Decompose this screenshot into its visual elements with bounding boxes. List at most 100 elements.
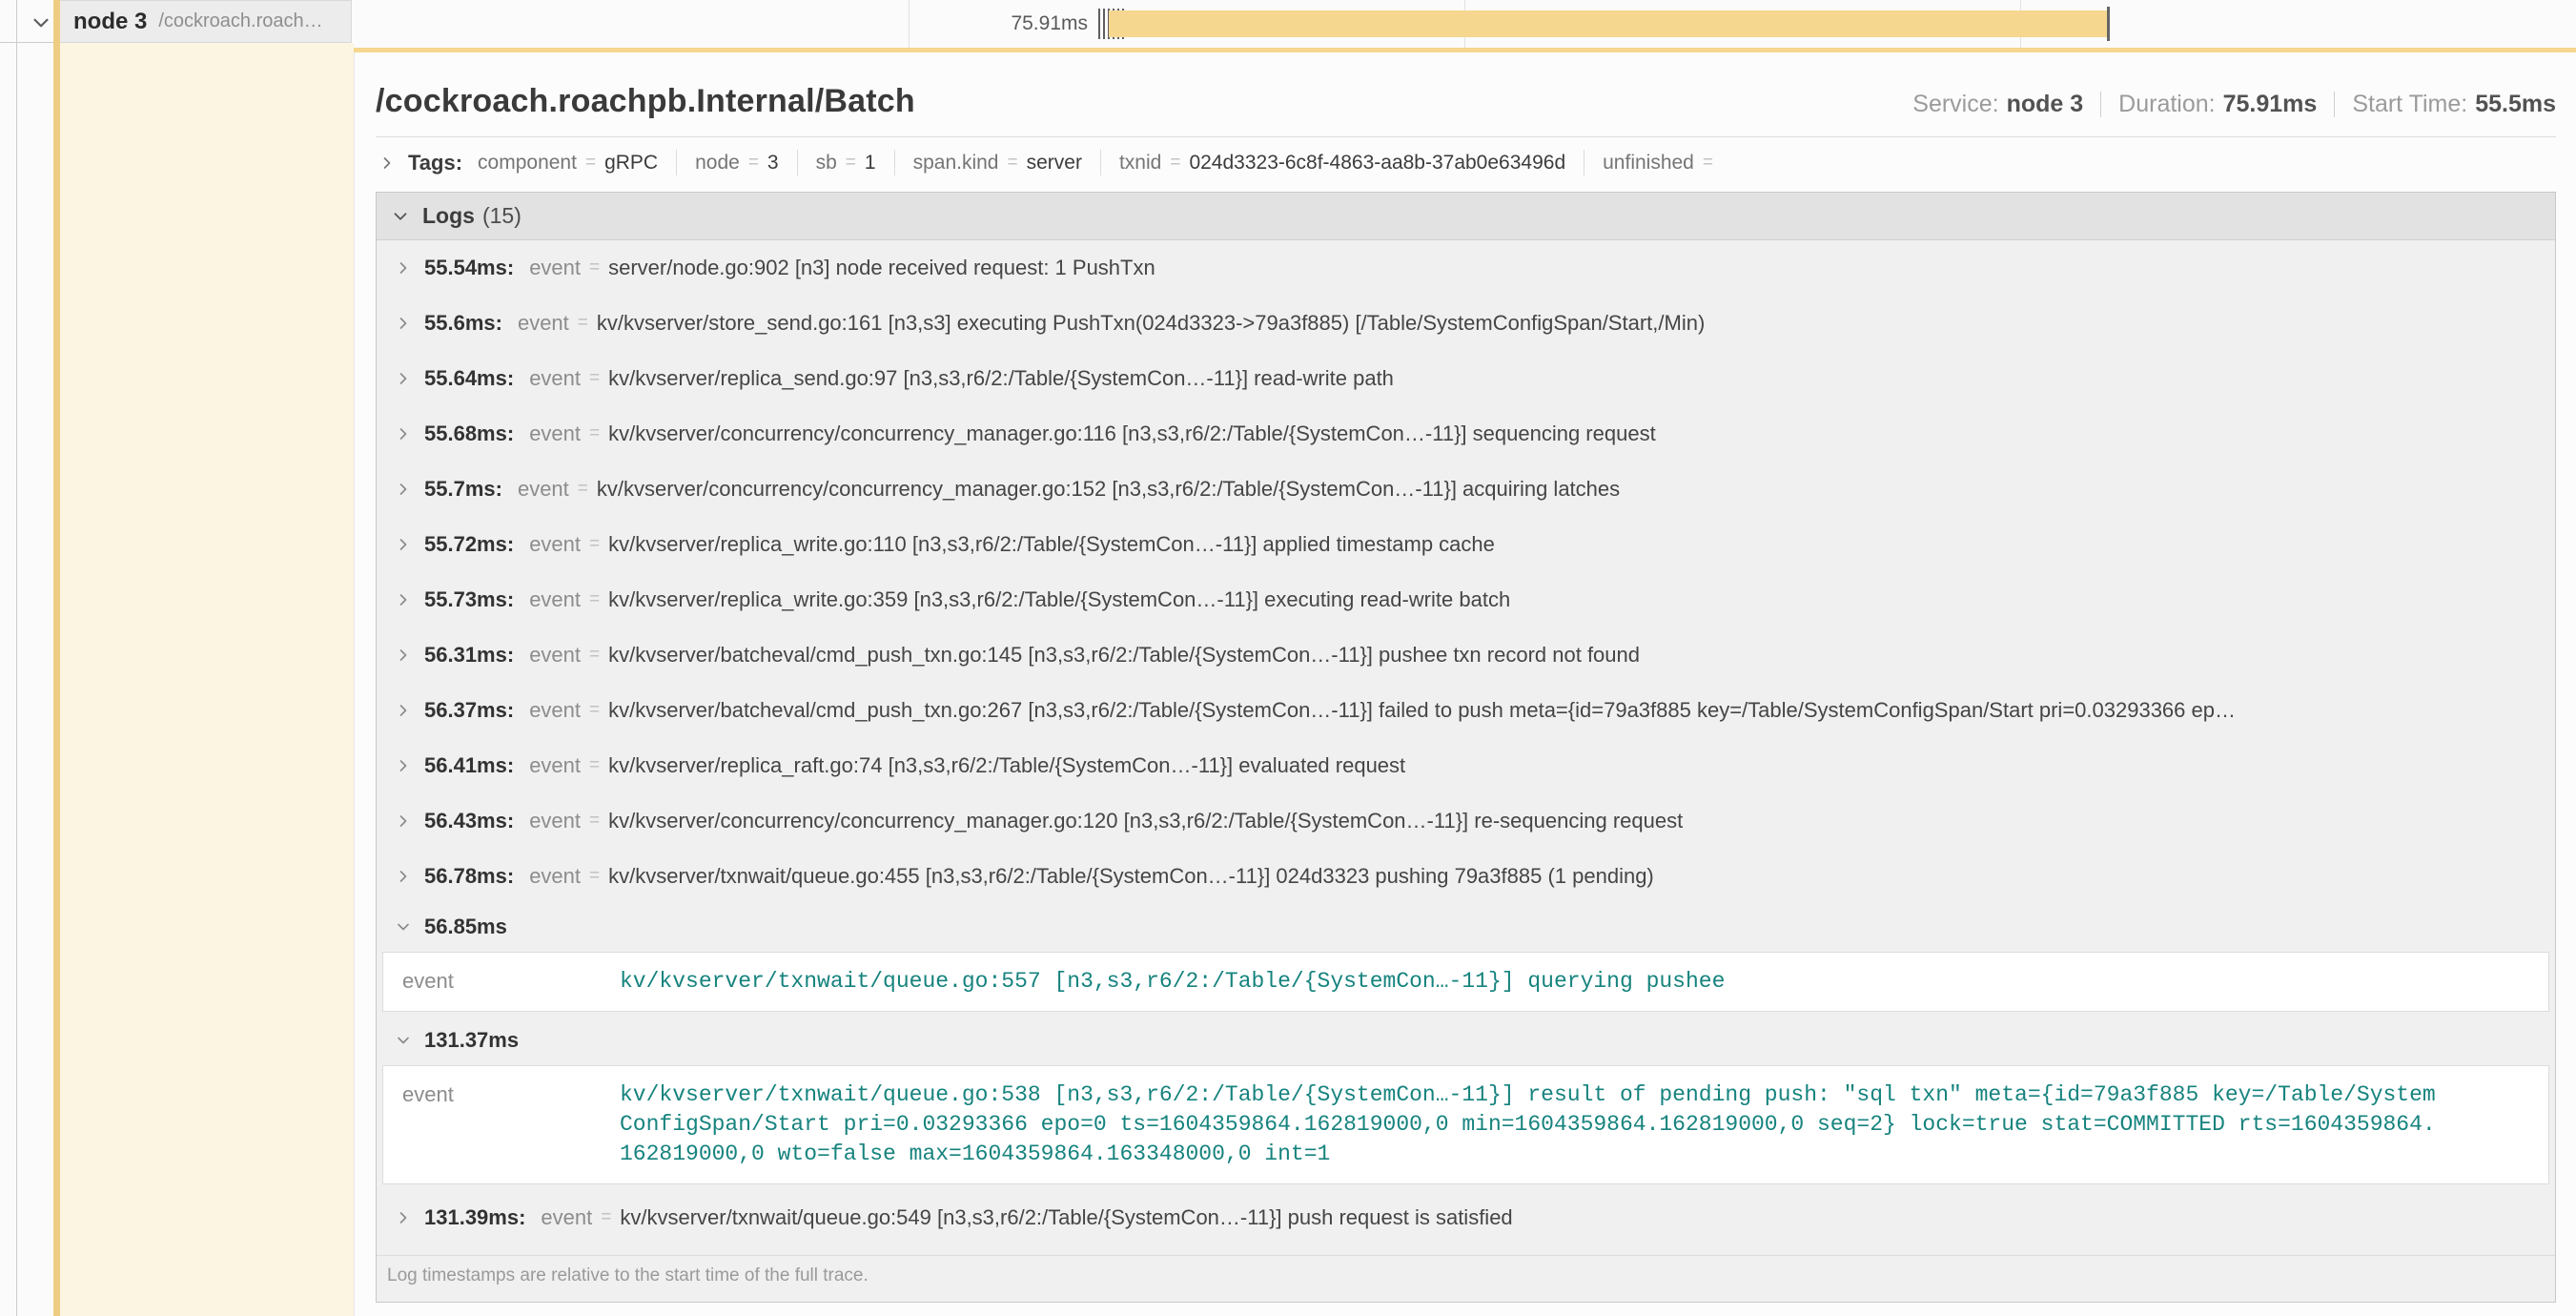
log-timestamp: 56.85ms	[424, 915, 507, 939]
log-entry-expanded-header[interactable]: 56.85ms	[377, 904, 2555, 950]
equals-glyph: =	[1170, 153, 1180, 174]
tag-value: 3	[767, 152, 779, 175]
log-entry-row[interactable]: 131.39ms: event = kv/kvserver/txnwait/qu…	[377, 1190, 2555, 1245]
equals-glyph: =	[589, 811, 600, 832]
equals-glyph: =	[585, 153, 596, 174]
equals-glyph: =	[846, 153, 856, 174]
log-entry-row[interactable]: 56.41ms: event = kv/kvserver/replica_raf…	[377, 738, 2555, 793]
log-message: kv/kvserver/concurrency/concurrency_mana…	[608, 809, 1683, 833]
span-service-name: node 3	[73, 9, 147, 35]
detail-header: /cockroach.roachpb.Internal/Batch Servic…	[376, 75, 2556, 120]
log-field-key: event	[529, 587, 581, 612]
equals-glyph: =	[578, 313, 588, 334]
equals-glyph: =	[589, 423, 600, 444]
log-timestamp: 55.64ms:	[424, 366, 514, 391]
chevron-right-icon	[394, 646, 413, 665]
equals-glyph: =	[589, 534, 600, 555]
log-message: server/node.go:902 [n3] node received re…	[608, 256, 1155, 280]
log-entry-row[interactable]: 55.73ms: event = kv/kvserver/replica_wri…	[377, 572, 2555, 627]
equals-glyph: =	[589, 755, 600, 776]
tag-separator	[797, 150, 798, 175]
equals-glyph: =	[601, 1207, 611, 1228]
log-timestamp: 55.6ms:	[424, 311, 502, 336]
equals-glyph: =	[1703, 153, 1713, 174]
chevron-right-icon	[394, 480, 413, 499]
chevron-right-icon	[394, 258, 413, 278]
equals-glyph: =	[589, 368, 600, 389]
tag-value: 1	[865, 152, 876, 175]
log-timestamp: 56.37ms:	[424, 698, 514, 723]
chevron-right-icon	[378, 154, 397, 173]
span-indent-color-stripe	[53, 0, 60, 1316]
log-fields-table: event kv/kvserver/txnwait/queue.go:557 […	[382, 952, 2549, 1012]
span-duration-bar[interactable]	[1109, 10, 2109, 37]
log-message: kv/kvserver/txnwait/queue.go:455 [n3,s3,…	[608, 864, 1654, 889]
log-timestamp: 56.41ms:	[424, 753, 514, 778]
log-field-key: event	[529, 864, 581, 889]
chevron-right-icon	[394, 812, 413, 831]
log-entry-row[interactable]: 56.78ms: event = kv/kvserver/txnwait/que…	[377, 849, 2555, 904]
log-field-key: event	[529, 698, 581, 723]
tags-accordion[interactable]: Tags: component = gRPC node = 3 sb = 1 s…	[376, 137, 2556, 186]
log-field-key: event	[541, 1205, 592, 1230]
chevron-right-icon	[394, 590, 413, 609]
log-field-key: event	[518, 311, 569, 336]
log-field-key: event	[529, 366, 581, 391]
log-entry-row[interactable]: 55.6ms: event = kv/kvserver/store_send.g…	[377, 296, 2555, 351]
chevron-down-icon	[394, 917, 413, 936]
log-entry-row[interactable]: 55.7ms: event = kv/kvserver/concurrency/…	[377, 462, 2555, 517]
start-time-label: Start Time:	[2352, 91, 2467, 118]
log-timestamp: 56.43ms:	[424, 809, 514, 833]
equals-glyph: =	[1008, 153, 1018, 174]
log-entry-row[interactable]: 55.54ms: event = server/node.go:902 [n3]…	[377, 240, 2555, 296]
log-message: kv/kvserver/replica_send.go:97 [n3,s3,r6…	[608, 366, 1394, 391]
tag-item: sb = 1	[816, 152, 876, 175]
log-entry-row[interactable]: 55.68ms: event = kv/kvserver/concurrency…	[377, 406, 2555, 462]
chevron-right-icon	[394, 424, 413, 443]
log-entry-row[interactable]: 55.72ms: event = kv/kvserver/replica_wri…	[377, 517, 2555, 572]
equals-glyph: =	[589, 645, 600, 666]
tag-value: gRPC	[604, 152, 658, 175]
collapse-children-chevron-down-icon[interactable]	[29, 10, 53, 35]
detail-panel-accent-border	[354, 48, 2576, 52]
equals-glyph: =	[748, 153, 759, 174]
logs-section: Logs (15) 55.54ms: event = server/node.g…	[376, 192, 2556, 1303]
log-field-key: event	[402, 967, 620, 997]
log-field-key: event	[529, 809, 581, 833]
log-timestamp: 55.54ms:	[424, 256, 514, 280]
span-operation-name: /cockroach.roach…	[158, 10, 322, 32]
log-field-key: event	[529, 753, 581, 778]
log-message: kv/kvserver/batcheval/cmd_push_txn.go:26…	[608, 698, 2236, 723]
chevron-right-icon	[394, 369, 413, 388]
log-field-key: event	[529, 532, 581, 557]
log-entry-row[interactable]: 56.43ms: event = kv/kvserver/concurrency…	[377, 793, 2555, 849]
tag-item: span.kind = server	[913, 152, 1082, 175]
log-timestamp: 55.68ms:	[424, 422, 514, 446]
logs-title: Logs	[422, 203, 475, 229]
tag-key: unfinished	[1603, 152, 1694, 175]
log-timestamp: 55.7ms:	[424, 477, 502, 502]
log-field-key: event	[529, 256, 581, 280]
log-message: kv/kvserver/replica_write.go:110 [n3,s3,…	[608, 532, 1495, 557]
log-message: kv/kvserver/txnwait/queue.go:549 [n3,s3,…	[620, 1205, 1512, 1230]
tags-label: Tags:	[408, 151, 462, 175]
log-entry-row[interactable]: 56.37ms: event = kv/kvserver/batcheval/c…	[377, 683, 2555, 738]
tag-key: component	[478, 152, 577, 175]
log-field-key: event	[402, 1080, 620, 1169]
logs-count: (15)	[482, 203, 521, 229]
equals-glyph: =	[589, 866, 600, 887]
log-entry-expanded-header[interactable]: 131.37ms	[377, 1018, 2555, 1063]
service-label: Service:	[1912, 91, 1998, 118]
tag-key: span.kind	[913, 152, 999, 175]
equals-glyph: =	[589, 589, 600, 610]
log-timestamp: 55.73ms:	[424, 587, 514, 612]
span-meta: Service: node 3 Duration: 75.91ms Start …	[1912, 91, 2556, 118]
span-timeline-row[interactable]: 75.91ms	[354, 0, 2576, 48]
span-name-bar[interactable]: node 3 /cockroach.roach…	[60, 0, 352, 43]
log-field-value: kv/kvserver/txnwait/queue.go:538 [n3,s3,…	[620, 1080, 2436, 1169]
logs-accordion-header[interactable]: Logs (15)	[377, 193, 2555, 240]
log-entry-row[interactable]: 56.31ms: event = kv/kvserver/batcheval/c…	[377, 627, 2555, 683]
log-field-key: event	[529, 422, 581, 446]
log-entry-row[interactable]: 55.64ms: event = kv/kvserver/replica_sen…	[377, 351, 2555, 406]
tag-separator	[1100, 150, 1101, 175]
